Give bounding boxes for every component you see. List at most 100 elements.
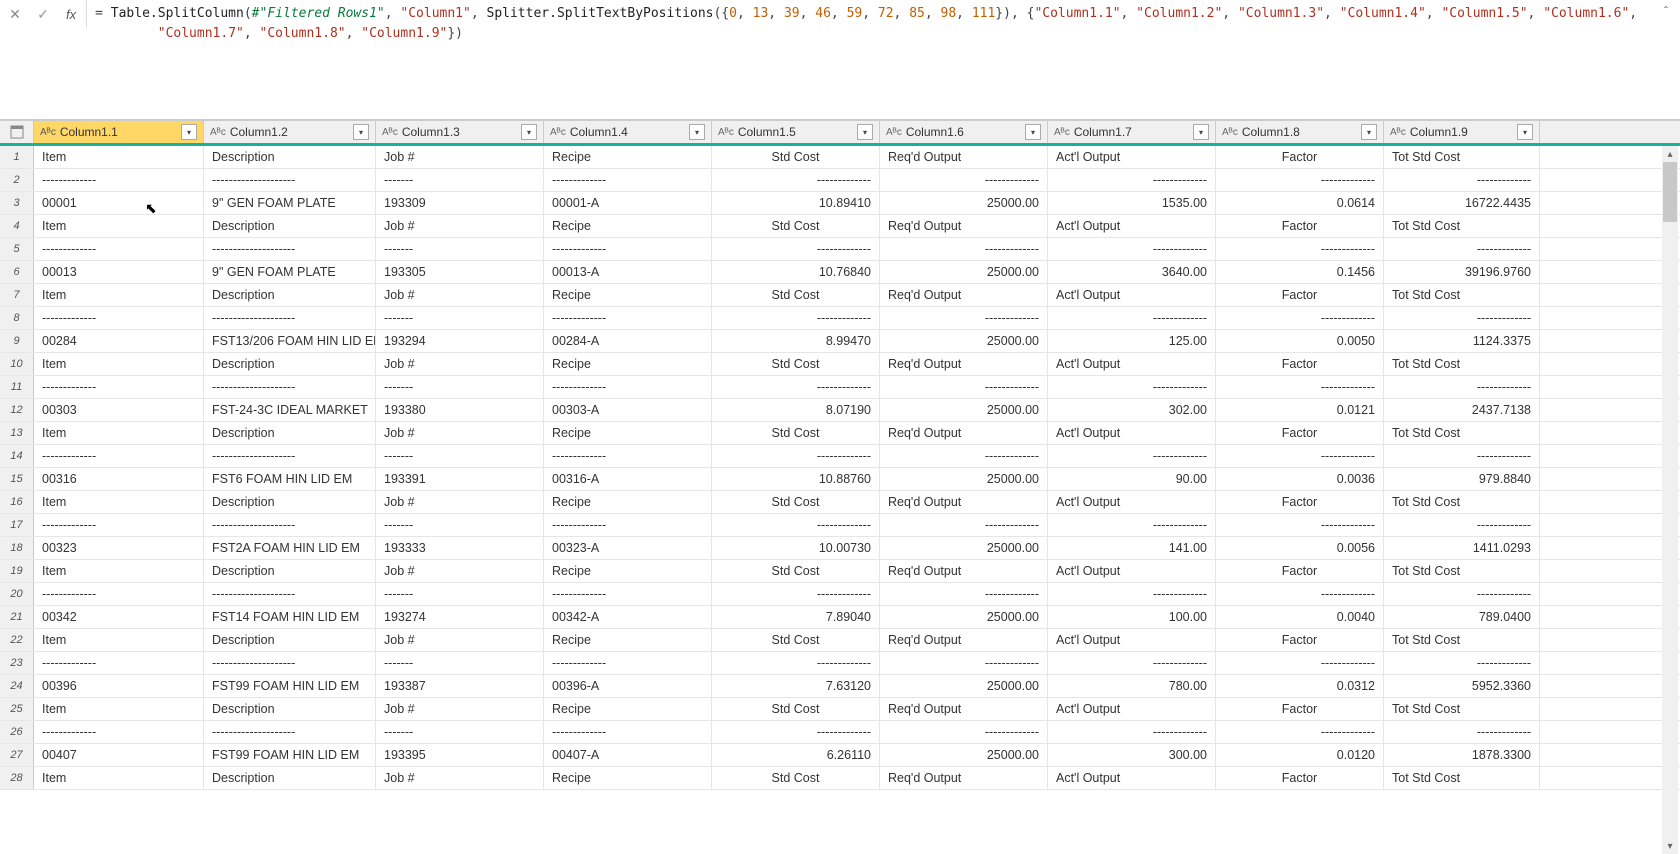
cell[interactable]: 0.0056 <box>1216 537 1384 559</box>
cell[interactable]: 90.00 <box>1048 468 1216 490</box>
scroll-up-arrow[interactable]: ▴ <box>1662 146 1678 162</box>
column-filter-dropdown[interactable]: ▾ <box>1193 124 1209 140</box>
cell[interactable]: 193333 <box>376 537 544 559</box>
cell[interactable]: ------------- <box>1048 721 1216 743</box>
row-number[interactable]: 18 <box>0 537 34 559</box>
cell[interactable]: 193309 <box>376 192 544 214</box>
cell[interactable]: -------------------- <box>204 169 376 191</box>
cell[interactable]: FST2A FOAM HIN LID EM <box>204 537 376 559</box>
cell[interactable]: ------------- <box>880 583 1048 605</box>
cell[interactable]: Description <box>204 146 376 168</box>
column-header-Column1-5[interactable]: AᴮcColumn1.5▾ <box>712 121 880 143</box>
cell[interactable]: ------------- <box>1384 376 1540 398</box>
cell[interactable]: ------- <box>376 376 544 398</box>
cell[interactable]: ------------- <box>880 307 1048 329</box>
cell[interactable]: 00013-A <box>544 261 712 283</box>
table-row[interactable]: 17--------------------------------------… <box>0 514 1680 537</box>
cell[interactable]: 0.0040 <box>1216 606 1384 628</box>
table-row[interactable]: 10ItemDescriptionJob #RecipeStd CostReq'… <box>0 353 1680 376</box>
cell[interactable]: Tot Std Cost <box>1384 215 1540 237</box>
cell[interactable]: 100.00 <box>1048 606 1216 628</box>
cell[interactable]: ------------- <box>1048 583 1216 605</box>
cell[interactable]: Std Cost <box>712 560 880 582</box>
cell[interactable]: Std Cost <box>712 284 880 306</box>
cell[interactable]: Item <box>34 146 204 168</box>
cell[interactable]: Description <box>204 767 376 789</box>
cell[interactable]: Std Cost <box>712 698 880 720</box>
column-filter-dropdown[interactable]: ▾ <box>857 124 873 140</box>
cell[interactable]: Factor <box>1216 215 1384 237</box>
cell[interactable]: 10.88760 <box>712 468 880 490</box>
scroll-down-arrow[interactable]: ▾ <box>1662 838 1678 854</box>
row-number[interactable]: 6 <box>0 261 34 283</box>
cell[interactable]: FST6 FOAM HIN LID EM <box>204 468 376 490</box>
cell[interactable]: Job # <box>376 146 544 168</box>
cell[interactable]: 7.63120 <box>712 675 880 697</box>
cell[interactable]: 141.00 <box>1048 537 1216 559</box>
cell[interactable]: ------------- <box>1384 652 1540 674</box>
cell[interactable]: Req'd Output <box>880 353 1048 375</box>
cell[interactable]: Recipe <box>544 767 712 789</box>
table-row[interactable]: 2---------------------------------------… <box>0 169 1680 192</box>
cell[interactable]: 10.00730 <box>712 537 880 559</box>
row-number[interactable]: 16 <box>0 491 34 513</box>
cell[interactable]: 00013 <box>34 261 204 283</box>
cell[interactable]: ------------- <box>712 445 880 467</box>
cell[interactable]: 16722.4435 <box>1384 192 1540 214</box>
cell[interactable]: Recipe <box>544 698 712 720</box>
cell[interactable]: 780.00 <box>1048 675 1216 697</box>
cell[interactable]: Act'l Output <box>1048 698 1216 720</box>
column-filter-dropdown[interactable]: ▾ <box>1025 124 1041 140</box>
table-row[interactable]: 2100342FST14 FOAM HIN LID EM19327400342-… <box>0 606 1680 629</box>
cell[interactable]: Item <box>34 491 204 513</box>
cell[interactable]: Req'd Output <box>880 422 1048 444</box>
cell[interactable]: ------------- <box>544 652 712 674</box>
cell[interactable]: 00284 <box>34 330 204 352</box>
cell[interactable]: Description <box>204 560 376 582</box>
cell[interactable]: ------------- <box>1048 514 1216 536</box>
scroll-track[interactable] <box>1662 162 1678 838</box>
column-filter-dropdown[interactable]: ▾ <box>353 124 369 140</box>
formula-text[interactable]: = Table.SplitColumn(#"Filtered Rows1", "… <box>87 0 1660 47</box>
row-number[interactable]: 19 <box>0 560 34 582</box>
cell[interactable]: -------------------- <box>204 238 376 260</box>
column-filter-dropdown[interactable]: ▾ <box>181 124 197 140</box>
cell[interactable]: ------------- <box>712 307 880 329</box>
cell[interactable]: ------------- <box>1384 514 1540 536</box>
cell[interactable]: Act'l Output <box>1048 629 1216 651</box>
cell[interactable]: ------------- <box>712 169 880 191</box>
cell[interactable]: Job # <box>376 215 544 237</box>
column-header-Column1-8[interactable]: AᴮcColumn1.8▾ <box>1216 121 1384 143</box>
cell[interactable]: ------------- <box>880 238 1048 260</box>
cell[interactable]: ------------- <box>712 583 880 605</box>
cell[interactable]: ------------- <box>544 307 712 329</box>
row-number[interactable]: 20 <box>0 583 34 605</box>
row-number[interactable]: 24 <box>0 675 34 697</box>
cell[interactable]: ------------- <box>34 721 204 743</box>
cell[interactable]: Description <box>204 353 376 375</box>
cell[interactable]: -------------------- <box>204 307 376 329</box>
cell[interactable]: 0.0614 <box>1216 192 1384 214</box>
cell[interactable]: Std Cost <box>712 353 880 375</box>
table-row[interactable]: 2400396FST99 FOAM HIN LID EM19338700396-… <box>0 675 1680 698</box>
table-row[interactable]: 1500316FST6 FOAM HIN LID EM19339100316-A… <box>0 468 1680 491</box>
cell[interactable]: Job # <box>376 422 544 444</box>
cell[interactable]: ------------- <box>34 652 204 674</box>
column-header-Column1-3[interactable]: AᴮcColumn1.3▾ <box>376 121 544 143</box>
cell[interactable]: ------------- <box>34 583 204 605</box>
cell[interactable]: Tot Std Cost <box>1384 629 1540 651</box>
cell[interactable]: Recipe <box>544 629 712 651</box>
cell[interactable]: Tot Std Cost <box>1384 353 1540 375</box>
cell[interactable]: ------------- <box>712 514 880 536</box>
table-row[interactable]: 23--------------------------------------… <box>0 652 1680 675</box>
cell[interactable]: Req'd Output <box>880 560 1048 582</box>
table-row[interactable]: 22ItemDescriptionJob #RecipeStd CostReq'… <box>0 629 1680 652</box>
cell[interactable]: 25000.00 <box>880 744 1048 766</box>
cell[interactable]: ------------- <box>1048 307 1216 329</box>
cell[interactable]: ------------- <box>34 376 204 398</box>
cell[interactable]: ------------- <box>880 721 1048 743</box>
cell[interactable]: Job # <box>376 698 544 720</box>
cell[interactable]: ------- <box>376 238 544 260</box>
cell[interactable]: Item <box>34 698 204 720</box>
cell[interactable]: Item <box>34 422 204 444</box>
